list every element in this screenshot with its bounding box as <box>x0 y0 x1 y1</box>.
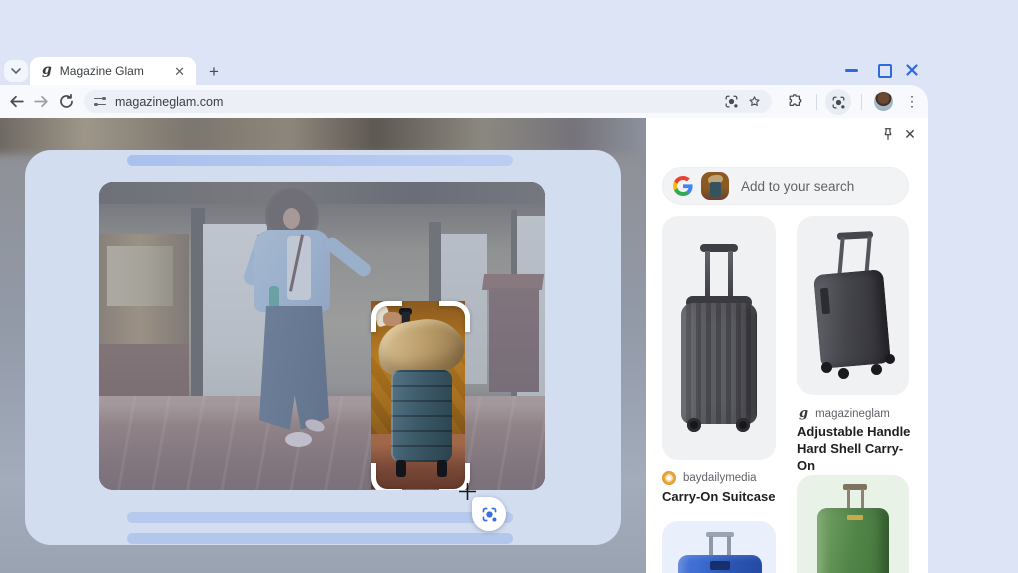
reload-button[interactable] <box>58 93 75 110</box>
lens-toolbar-button[interactable] <box>825 89 851 115</box>
bookmark-star-icon[interactable] <box>747 94 762 109</box>
suitcase-body <box>813 269 891 369</box>
product-source[interactable]: g magazineglam <box>799 406 890 421</box>
search-input[interactable] <box>739 178 898 195</box>
selection-handle-bottom-left[interactable] <box>371 463 402 490</box>
product-card-green-suitcase[interactable] <box>797 475 909 573</box>
product-title[interactable]: Carry-On Suitcase <box>662 488 792 505</box>
selection-thumbnail[interactable] <box>701 172 729 200</box>
product-title[interactable]: Adjustable Handle Hard Shell Carry-On <box>797 423 921 474</box>
extensions-puzzle-icon[interactable] <box>787 93 804 110</box>
panel-close-button[interactable]: ✕ <box>901 125 919 143</box>
lens-dim-overlay <box>99 301 371 489</box>
product-card-hard-shell-carry-on[interactable] <box>797 216 909 395</box>
browser-menu-icon[interactable]: ⋮ <box>905 92 919 111</box>
suitcase-handle-post <box>847 489 850 508</box>
chevron-down-icon <box>11 68 21 74</box>
suitcase-wheel <box>885 354 895 364</box>
skeleton-text-bar <box>127 155 513 166</box>
screenshot-canvas: g Magazine Glam ✕ + magazineglam.com <box>0 0 1018 573</box>
minimize-button[interactable] <box>845 69 858 72</box>
suitcase-wheel <box>821 362 832 373</box>
skeleton-text-bar <box>127 512 513 523</box>
tab-title: Magazine Glam <box>60 64 171 78</box>
pin-icon <box>880 126 896 142</box>
suitcase-wheel <box>871 364 882 375</box>
product-source-label: baydailymedia <box>683 472 757 484</box>
suitcase-handle-post <box>837 237 844 277</box>
suitcase-handle-post <box>861 489 864 508</box>
close-icon <box>905 63 919 77</box>
lens-omnibox-icon[interactable] <box>724 94 739 109</box>
baydailymedia-favicon <box>662 471 676 485</box>
thumb-suitcase <box>710 182 721 197</box>
maximize-button[interactable] <box>878 64 892 78</box>
toolbar-divider <box>816 94 817 110</box>
site-settings-icon[interactable] <box>94 97 106 107</box>
google-logo-icon <box>673 176 693 196</box>
selection-handle-top-left[interactable] <box>371 301 402 332</box>
window-close-button[interactable] <box>905 63 919 77</box>
lens-dim-overlay <box>99 182 545 301</box>
url-text: magazineglam.com <box>115 95 724 109</box>
new-tab-button[interactable]: + <box>202 60 226 84</box>
suitcase-latch <box>710 561 730 570</box>
suitcase-handle-post <box>709 536 713 556</box>
webpage-viewport <box>0 118 646 573</box>
pin-panel-button[interactable] <box>880 126 896 142</box>
lens-dim-overlay <box>99 489 545 490</box>
lens-icon <box>831 95 846 110</box>
site-favicon: g <box>42 62 52 78</box>
address-bar[interactable]: magazineglam.com <box>84 90 772 113</box>
toolbar-divider <box>861 94 862 110</box>
lens-dim-overlay <box>465 301 545 489</box>
forward-button[interactable] <box>33 93 50 110</box>
tab-search-button[interactable] <box>4 60 28 82</box>
product-card-carry-on-suitcase[interactable] <box>662 216 776 460</box>
lens-search-bar[interactable] <box>662 167 909 205</box>
lens-icon <box>481 506 498 523</box>
suitcase-body <box>681 303 757 424</box>
page-hero-image <box>0 118 646 154</box>
selection-handle-top-right[interactable] <box>439 301 470 332</box>
suitcase-brand-plate <box>847 515 863 520</box>
product-source-label: magazineglam <box>815 408 890 420</box>
product-card-blue-suitcase[interactable] <box>662 521 776 573</box>
skeleton-text-bar <box>127 533 513 544</box>
site-favicon: g <box>799 406 808 421</box>
suitcase-wheel <box>736 418 750 432</box>
lens-floating-button[interactable] <box>472 497 506 531</box>
suitcase-wheel <box>838 368 849 379</box>
tab-close-icon[interactable]: ✕ <box>171 65 188 78</box>
suitcase-body <box>391 370 452 462</box>
article-photo[interactable] <box>99 182 545 490</box>
suitcase-wheel <box>687 418 701 432</box>
tab-magazine-glam[interactable]: g Magazine Glam ✕ <box>30 57 196 85</box>
back-button[interactable] <box>8 93 25 110</box>
profile-avatar[interactable] <box>874 92 893 111</box>
suitcase-handle-post <box>727 536 731 556</box>
product-source[interactable]: baydailymedia <box>662 471 757 485</box>
